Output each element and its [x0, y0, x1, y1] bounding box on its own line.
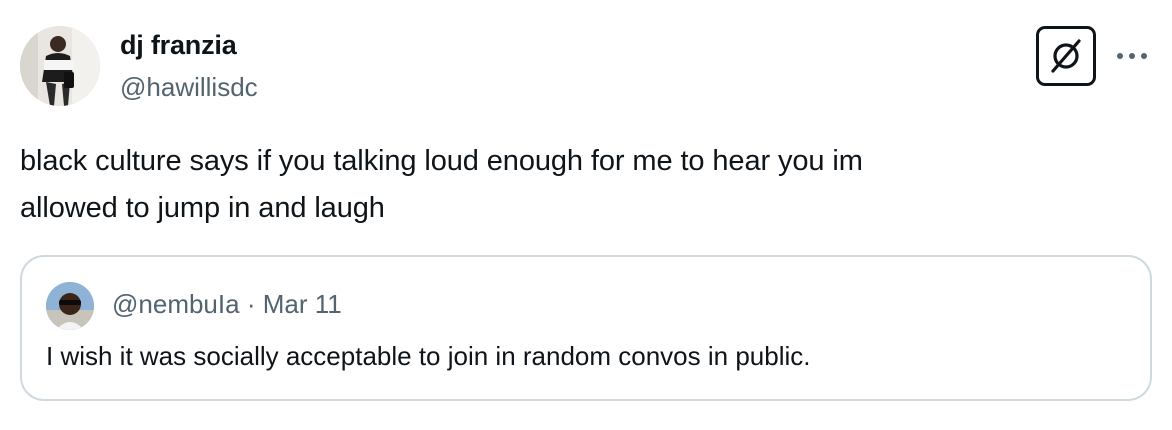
author-photo-icon: [20, 26, 100, 106]
quoted-tweet-card[interactable]: @nembuIa · Mar 11 I wish it was socially…: [20, 255, 1152, 401]
more-options-button[interactable]: [1110, 42, 1154, 70]
grok-icon: [1051, 39, 1081, 73]
meta-separator: ·: [246, 289, 256, 319]
grok-button[interactable]: [1036, 26, 1096, 86]
quoted-tweet-meta: @nembuIa · Mar 11: [112, 289, 342, 320]
tweet-text-line: allowed to jump in and laugh: [20, 192, 385, 224]
quoted-author-avatar[interactable]: [46, 282, 94, 330]
quoted-author-photo-icon: [46, 282, 94, 330]
author-handle[interactable]: @hawillisdc: [120, 72, 258, 103]
quoted-author-handle[interactable]: @nembuIa: [112, 289, 240, 319]
tweet-text: black culture says if you talking loud e…: [20, 138, 1140, 232]
tweet-text-line: black culture says if you talking loud e…: [20, 145, 863, 177]
more-horizontal-icon: [1117, 53, 1147, 59]
quoted-tweet-date[interactable]: Mar 11: [263, 289, 342, 319]
quoted-tweet-text: I wish it was socially acceptable to joi…: [46, 341, 811, 371]
author-avatar[interactable]: [20, 26, 100, 106]
author-display-name[interactable]: dj franzia: [120, 30, 237, 61]
